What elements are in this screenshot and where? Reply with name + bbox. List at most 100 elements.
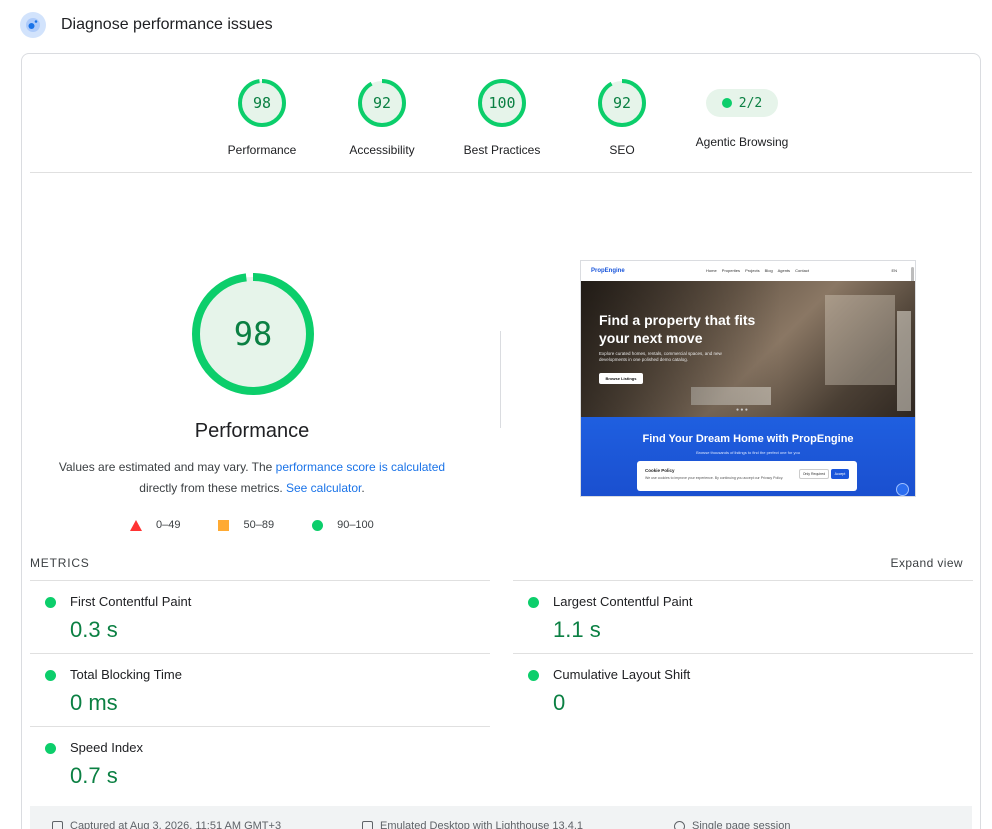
final-screenshot[interactable]: PropEngine Home Properties Projects Blog…: [580, 260, 916, 497]
gauge-label: Best Practices: [463, 143, 541, 157]
metric-lcp: Largest Contentful Paint 1.1 s: [513, 580, 973, 653]
screenshot-language: EN: [891, 268, 897, 273]
calendar-icon: [52, 820, 63, 829]
metric-name: Speed Index: [70, 740, 144, 755]
metric-value: 0 ms: [70, 690, 118, 715]
agentic-score: 2/2: [738, 95, 763, 111]
screenshot-hero-button: Browse Listings: [599, 373, 643, 384]
score-legend: 0–49 50–89 90–100: [130, 516, 412, 534]
lighthouse-icon: [20, 12, 46, 38]
gauge-seo[interactable]: 92 SEO: [562, 78, 682, 157]
pass-dot-icon: [528, 670, 539, 681]
pass-dot-icon: [721, 98, 732, 108]
screenshot-nav-links: Home Properties Projects Blog Agents Con…: [706, 268, 809, 273]
carousel-dots: ● ● ●: [736, 407, 748, 413]
screenshot-section-sub: Browse thousands of listings to find the…: [696, 450, 800, 455]
screenshot-navbar: PropEngine Home Properties Projects Blog…: [581, 261, 915, 281]
metric-value: 0.3 s: [70, 617, 118, 642]
captured-text: Captured at Aug 3, 2026, 11:51 AM GMT+3: [70, 820, 282, 829]
metric-cls: Cumulative Layout Shift 0: [513, 653, 973, 726]
gauge-ring: 98: [237, 78, 287, 128]
gauge-ring: 100: [477, 78, 527, 128]
pass-dot-icon: [45, 597, 56, 608]
pass-dot-icon: [528, 597, 539, 608]
gauge-performance[interactable]: 98 Performance: [202, 78, 322, 157]
gauge-score: 98: [252, 94, 272, 112]
screenshot-logo: PropEngine: [591, 268, 625, 274]
metric-name: Total Blocking Time: [70, 667, 182, 682]
desc-text: .: [361, 481, 365, 495]
gauge-score: 92: [612, 94, 632, 112]
gauge-label: Agentic Browsing: [695, 135, 789, 149]
cookie-required-button: Only Required: [799, 469, 829, 479]
hero-image-wall: [897, 311, 911, 411]
lighthouse-report-card: 98 Performance 92 Accessibility 100 Best…: [21, 53, 981, 829]
fail-triangle-icon: [130, 519, 142, 531]
chat-fab-icon: [896, 483, 909, 496]
emulated-text: Emulated Desktop with Lighthouse 13.4.1: [380, 820, 584, 829]
see-calculator-link[interactable]: See calculator: [286, 481, 361, 495]
performance-description: Values are estimated and may vary. The p…: [52, 457, 452, 499]
legend-fail: 0–49: [130, 519, 180, 531]
legend-pass: 90–100: [312, 519, 374, 531]
session-text: Single page session: [692, 820, 791, 829]
gauge-agentic-browsing[interactable]: 2/2 Agentic Browsing: [682, 78, 802, 149]
gauge-ring: 92: [357, 78, 407, 128]
gauge-accessibility[interactable]: 92 Accessibility: [322, 78, 442, 157]
gauge-ring: 92: [597, 78, 647, 128]
legend-label: 0–49: [156, 519, 181, 531]
agentic-score-pill: 2/2: [706, 89, 778, 117]
gauge-label: Accessibility: [349, 143, 415, 157]
gauge-score: 92: [372, 94, 392, 112]
metric-name: Largest Contentful Paint: [553, 594, 693, 609]
desc-text: Values are estimated and may vary. The: [58, 460, 276, 474]
metric-name: First Contentful Paint: [70, 594, 192, 609]
gauge-score: 100: [488, 94, 516, 112]
screenshot-hero-desc: Explore curated homes, rentals, commerci…: [599, 351, 722, 362]
session-icon: [674, 820, 685, 829]
pass-dot-icon: [45, 743, 56, 754]
divider: [30, 172, 972, 173]
captured-info: Captured at Aug 3, 2026, 11:51 AM GMT+3: [52, 820, 281, 829]
metric-name: Cumulative Layout Shift: [553, 667, 691, 682]
category-gauges: 98 Performance 92 Accessibility 100 Best…: [22, 78, 980, 158]
average-square-icon: [218, 519, 230, 531]
metric-value: 1.1 s: [553, 617, 601, 642]
section-title: Diagnose performance issues: [61, 16, 273, 33]
emulated-info: Emulated Desktop with Lighthouse 13.4.1: [362, 820, 583, 829]
gauge-label: Performance: [227, 143, 297, 157]
desc-text: directly from these metrics.: [139, 481, 286, 495]
hero-shade: [581, 281, 782, 417]
cookie-desc: We use cookies to improve your experienc…: [645, 476, 784, 480]
performance-main-gauge: 98: [172, 272, 332, 396]
metric-tbt: Total Blocking Time 0 ms: [30, 653, 490, 726]
performance-main-score: 98: [233, 315, 273, 353]
expand-view-toggle[interactable]: Expand view: [891, 556, 963, 570]
session-info: Single page session: [674, 820, 790, 829]
pass-circle-icon: [312, 519, 324, 531]
hero-image-wall: [825, 295, 895, 385]
runtime-info-bar: Captured at Aug 3, 2026, 11:51 AM GMT+3 …: [30, 806, 972, 829]
legend-label: 50–89: [243, 519, 275, 531]
metrics-title: METRICS: [30, 556, 90, 570]
cookie-title: Cookie Policy: [645, 468, 675, 473]
performance-title: Performance: [194, 420, 310, 442]
metric-fcp: First Contentful Paint 0.3 s: [30, 580, 490, 653]
screenshot-section-title: Find Your Dream Home with PropEngine: [642, 433, 854, 445]
desktop-icon: [362, 820, 373, 829]
gauge-label: SEO: [609, 143, 635, 157]
screenshot-cookie-banner: Cookie Policy We use cookies to improve …: [637, 461, 857, 491]
section-header: Diagnose performance issues: [20, 12, 273, 38]
vertical-divider: [500, 331, 501, 428]
screenshot-hero-title: Find a property that fits your next move: [599, 312, 756, 346]
metric-value: 0.7 s: [70, 763, 118, 788]
metric-speed-index: Speed Index 0.7 s: [30, 726, 490, 799]
legend-average: 50–89: [218, 519, 274, 531]
performance-score-link[interactable]: performance score is calculated: [276, 460, 445, 474]
screenshot-blue-section: Find Your Dream Home with PropEngine Bro…: [581, 417, 915, 496]
cookie-accept-button: Accept: [831, 469, 849, 479]
legend-label: 90–100: [337, 519, 374, 531]
gauge-best-practices[interactable]: 100 Best Practices: [442, 78, 562, 157]
screenshot-hero: Find a property that fits your next move…: [581, 281, 915, 417]
pass-dot-icon: [45, 670, 56, 681]
